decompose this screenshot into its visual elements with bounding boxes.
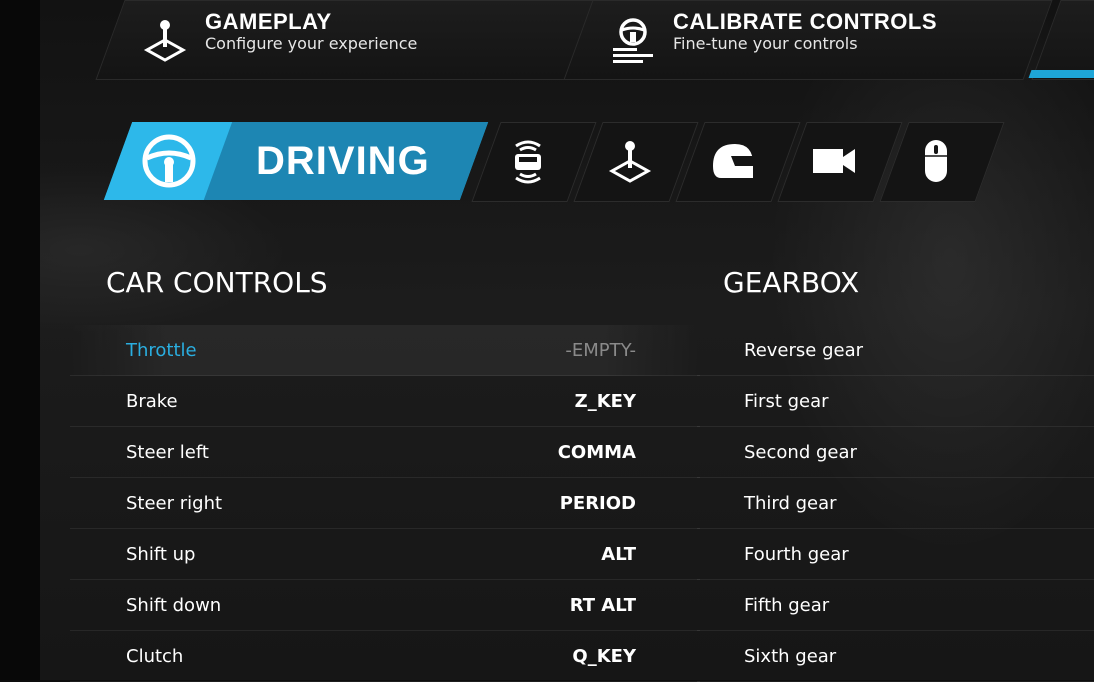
control-name: Steer right: [126, 492, 223, 514]
gear-row-fifth[interactable]: Fifth gear: [697, 580, 1094, 631]
control-name: Throttle: [126, 339, 197, 361]
gear-row-reverse[interactable]: Reverse gear: [697, 325, 1094, 376]
control-row-brake[interactable]: Brake Z_KEY: [70, 376, 700, 427]
gear-name: Fourth gear: [744, 543, 849, 565]
gear-row-third[interactable]: Third gear: [697, 478, 1094, 529]
category-driving[interactable]: DRIVING: [118, 122, 474, 200]
control-key: Z_KEY: [574, 390, 636, 412]
control-key: ALT: [601, 543, 636, 565]
joystick-icon: [143, 20, 187, 62]
control-name: Shift down: [126, 594, 222, 616]
control-row-steer-left[interactable]: Steer left COMMA: [70, 427, 700, 478]
control-key: RT ALT: [569, 594, 636, 616]
control-row-steer-right[interactable]: Steer right PERIOD: [70, 478, 700, 529]
left-edge: [0, 0, 40, 680]
category-driver[interactable]: [685, 122, 779, 200]
gear-row-sixth[interactable]: Sixth gear: [697, 631, 1094, 682]
control-row-shift-down[interactable]: Shift down RT ALT: [70, 580, 700, 631]
category-camera[interactable]: [787, 122, 881, 200]
gear-row-fourth[interactable]: Fourth gear: [697, 529, 1094, 580]
gearbox-title: GEARBOX: [723, 266, 860, 299]
control-name: Brake: [126, 390, 178, 412]
joystick-icon: [608, 141, 652, 183]
mouse-icon: [925, 140, 947, 182]
control-name: Steer left: [126, 441, 209, 463]
gear-row-second[interactable]: Second gear: [697, 427, 1094, 478]
control-key: -EMPTY-: [565, 339, 636, 361]
camera-icon: [813, 149, 855, 173]
car-sensors-icon: [515, 140, 541, 184]
control-row-shift-up[interactable]: Shift up ALT: [70, 529, 700, 580]
helmet-icon: [713, 144, 753, 178]
tab-title: GAMEPLAY: [205, 9, 332, 34]
tab-subtitle: Configure your experience: [205, 34, 418, 53]
category-assists[interactable]: [481, 122, 575, 200]
category-mouse[interactable]: [889, 122, 983, 200]
steering-wheel-icon: [613, 18, 653, 63]
control-row-throttle[interactable]: Throttle -EMPTY-: [70, 325, 700, 376]
control-key: PERIOD: [559, 492, 636, 514]
tab-gameplay[interactable]: GAMEPLAY Configure your experience: [95, 0, 597, 80]
control-name: Clutch: [126, 645, 184, 667]
tab-subtitle: Fine-tune your controls: [673, 34, 858, 53]
gear-name: Second gear: [744, 441, 857, 463]
category-label: DRIVING: [256, 138, 430, 183]
control-key: COMMA: [557, 441, 636, 463]
gear-name: Reverse gear: [744, 339, 864, 361]
tab-title: CALIBRATE CONTROLS: [673, 9, 938, 34]
control-name: Shift up: [126, 543, 196, 565]
gear-name: First gear: [744, 390, 829, 412]
gear-name: Fifth gear: [744, 594, 830, 616]
steering-wheel-icon: [142, 134, 196, 188]
gear-name: Sixth gear: [744, 645, 837, 667]
category-joystick[interactable]: [583, 122, 677, 200]
tab-calibrate-controls[interactable]: CALIBRATE CONTROLS Fine-tune your contro…: [563, 0, 1053, 80]
gear-row-first[interactable]: First gear: [697, 376, 1094, 427]
control-row-clutch[interactable]: Clutch Q_KEY: [70, 631, 700, 682]
gear-name: Third gear: [744, 492, 837, 514]
car-controls-title: CAR CONTROLS: [106, 266, 328, 299]
active-tab-indicator: [1028, 70, 1094, 78]
control-key: Q_KEY: [572, 645, 636, 667]
